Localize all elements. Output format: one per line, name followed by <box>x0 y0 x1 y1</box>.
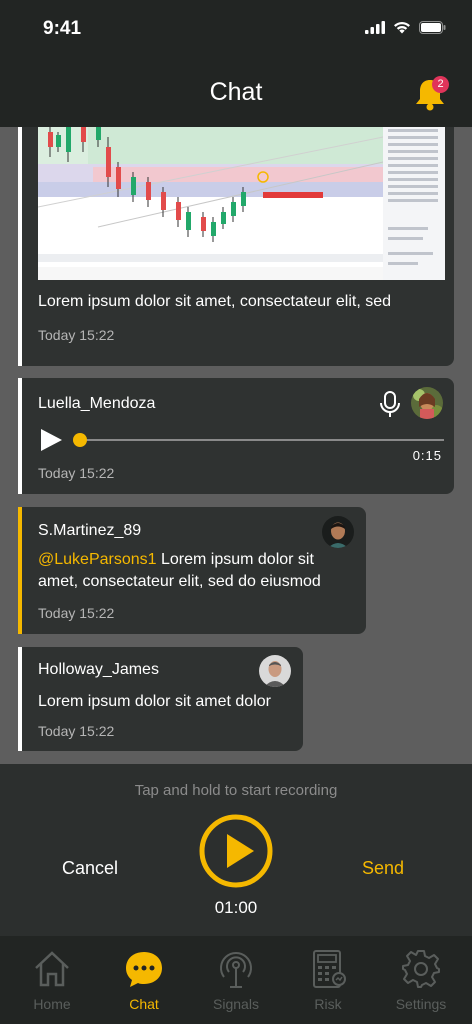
message-time: Today 15:22 <box>38 723 115 739</box>
message-text-line1: Lorem ipsum dolor sit <box>156 551 314 568</box>
tab-label: Signals <box>213 996 259 1012</box>
tab-home[interactable]: Home <box>7 936 97 1024</box>
sender-name: Holloway_James <box>38 661 159 678</box>
play-icon[interactable] <box>38 427 64 453</box>
message-text: @LukeParsons1 Lorem ipsum dolor sit amet… <box>38 549 358 593</box>
record-play-button[interactable] <box>198 813 274 889</box>
chat-list[interactable]: Lorem ipsum dolor sit amet, consectateur… <box>0 127 472 764</box>
page-title: Chat <box>209 78 263 106</box>
avatar <box>322 516 354 548</box>
notification-badge: 2 <box>432 76 449 93</box>
tab-label: Settings <box>395 996 447 1012</box>
tab-signals[interactable]: Signals <box>191 936 281 1024</box>
recording-hint: Tap and hold to start recording <box>134 782 338 799</box>
audio-duration: 0:15 <box>412 448 442 463</box>
status-time: 9:41 <box>43 18 82 39</box>
message-time: Today 15:22 <box>38 465 115 481</box>
recording-panel: Tap and hold to start recording Cancel S… <box>0 764 472 936</box>
tab-label: Home <box>33 996 71 1012</box>
chart-screenshot-image[interactable] <box>38 127 445 280</box>
audio-progress-track[interactable] <box>80 439 444 441</box>
message-text-bubble[interactable]: Holloway_James Lorem ipsum dolor sit ame… <box>18 647 303 751</box>
tab-chat[interactable]: Chat <box>99 936 189 1024</box>
mention-link[interactable]: @LukeParsons1 <box>38 551 157 568</box>
top-bar: 9:41 Chat 2 <box>0 0 472 127</box>
wifi-icon <box>394 21 410 34</box>
message-mention[interactable]: S.Martinez_89 @LukeParsons1 Lorem ipsum … <box>18 507 366 634</box>
calculator-icon <box>313 950 346 988</box>
message-text: Lorem ipsum dolor sit amet dolor <box>38 693 271 710</box>
message-time: Today 15:22 <box>38 327 115 343</box>
signals-icon <box>220 952 252 988</box>
tab-bar: Home Chat Signals Risk Settings <box>0 936 472 1024</box>
message-image[interactable]: Lorem ipsum dolor sit amet, consectateur… <box>18 127 454 366</box>
message-text-line2: amet, consectateur elit, sed do eiusmod <box>38 573 321 590</box>
gear-icon <box>402 950 440 988</box>
recording-timer: 01:00 <box>214 898 258 917</box>
message-voice[interactable]: Luella_Mendoza 0:15 Today 15:22 <box>18 378 454 494</box>
tab-label: Chat <box>129 996 159 1012</box>
sender-name: S.Martinez_89 <box>38 522 142 539</box>
send-button[interactable]: Send <box>362 858 404 879</box>
home-icon <box>35 951 69 987</box>
audio-progress-knob[interactable] <box>73 433 87 447</box>
tab-settings[interactable]: Settings <box>376 936 466 1024</box>
avatar <box>411 387 443 419</box>
message-text: Lorem ipsum dolor sit amet, consectateur… <box>38 293 392 310</box>
tab-risk[interactable]: Risk <box>283 936 373 1024</box>
sender-name: Luella_Mendoza <box>38 395 156 412</box>
status-icons <box>365 21 446 34</box>
tab-label: Risk <box>314 996 342 1012</box>
message-time: Today 15:22 <box>38 605 115 621</box>
cancel-button[interactable]: Cancel <box>62 858 118 879</box>
avatar <box>259 655 291 687</box>
chat-icon <box>126 952 162 987</box>
cellular-signal-icon <box>365 21 385 34</box>
microphone-icon <box>380 391 400 417</box>
battery-icon <box>419 21 446 34</box>
